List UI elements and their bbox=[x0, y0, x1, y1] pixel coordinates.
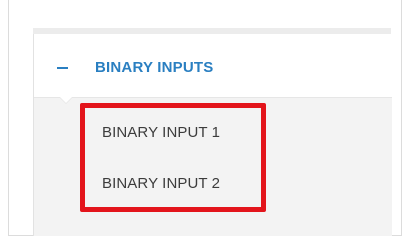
section-title[interactable]: BINARY INPUTS bbox=[95, 59, 213, 76]
minus-icon[interactable] bbox=[57, 67, 68, 69]
navigation-panel: BINARY INPUTS BINARY INPUT 1 BINARY INPU… bbox=[33, 34, 392, 236]
binary-inputs-submenu: BINARY INPUT 1 BINARY INPUT 2 bbox=[34, 98, 392, 236]
submenu-item-binary-input-2[interactable]: BINARY INPUT 2 bbox=[102, 175, 220, 192]
submenu-pointer bbox=[60, 97, 72, 103]
binary-inputs-section-header[interactable]: BINARY INPUTS bbox=[34, 34, 392, 98]
submenu-item-binary-input-1[interactable]: BINARY INPUT 1 bbox=[102, 124, 220, 141]
